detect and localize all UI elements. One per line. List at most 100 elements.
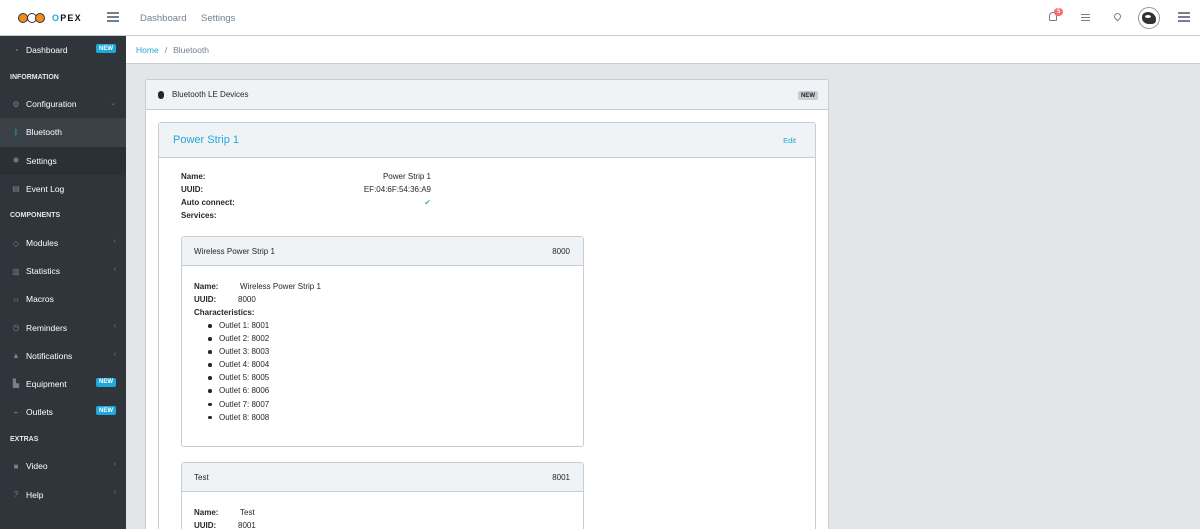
brand-name-prefix: O [52,13,61,23]
chevron-left-icon: ‹ [113,461,116,469]
code-icon: ‹› [13,294,19,304]
device-uuid-value: EF:04:6F:54:36:A9 [363,185,431,194]
sidebar-item-settings[interactable]: ✱ Settings [0,146,126,175]
service-header: Wireless Power Strip 1 8000 [182,237,583,266]
device-card: Power Strip 1 Edit Name: Power Strip 1 U… [158,122,816,529]
list-item: Outlet 7: 8007 [207,398,583,411]
uuid-label: UUID: [194,521,217,529]
service-title: Test [194,473,209,482]
bar-chart-icon: ▥ [12,266,20,276]
auto-connect-label: Auto connect: [181,198,235,207]
list-icon[interactable] [1081,14,1090,23]
characteristics-label: Characteristics: [194,308,255,317]
check-icon: ✔ [424,198,431,207]
location-pin-icon[interactable] [1112,11,1123,22]
chevron-left-icon: ‹ [113,322,116,330]
plug-icon: ⌁ [13,407,19,417]
avatar[interactable] [1138,7,1160,29]
nav-settings-link[interactable]: Settings [201,13,235,24]
sidebar-item-video[interactable]: ■ Video ‹ [0,452,126,480]
sidebar-item-macros[interactable]: ‹› Macros [0,285,126,313]
sidebar-toggle-icon[interactable] [107,12,119,22]
edit-link[interactable]: Edit [783,136,796,145]
bluetooth-devices-card: Bluetooth LE Devices NEW Power Strip 1 E… [145,79,829,529]
name-label: Name: [181,172,206,181]
sidebar-item-label: Configuration [26,99,77,110]
new-badge: NEW [96,44,116,53]
service-body: Name: Test UUID: 8001 [182,492,583,529]
service-header: Test 8001 [182,463,583,492]
service-name-row: Name: Test [194,506,583,519]
sidebar-item-label: Help [26,489,44,500]
service-name-value: Wireless Power Strip 1 [240,282,321,291]
nav-dashboard-link[interactable]: Dashboard [140,13,186,24]
name-label: Name: [194,508,219,517]
breadcrumb: Home / Bluetooth [126,36,1200,64]
clownfish-logo-icon [18,12,46,24]
sidebar-item-notifications[interactable]: ▲ Notifications ‹ [0,342,126,370]
top-header: OPEX Dashboard Settings 5 [0,0,1200,36]
sidebar-item-reminders[interactable]: ◷ Reminders ‹ [0,314,126,342]
service-uuid: 8001 [552,473,570,482]
sidebar-item-outlets[interactable]: ⌁ Outlets NEW [0,398,126,426]
speedometer-icon: ◔ [13,45,19,55]
sidebar-item-label: Equipment [26,378,67,389]
sidebar-title-components: COMPONENTS [10,212,61,220]
new-badge: NEW [96,377,116,387]
service-uuid-value: 8000 [238,295,256,304]
sidebar-item-equipment[interactable]: ▙ Equipment NEW [0,370,126,398]
chevron-left-icon: ‹ [113,237,116,245]
card-title: Bluetooth LE Devices [172,90,249,99]
service-uuid: 8000 [552,247,570,256]
sidebar-item-label: Notifications [26,350,73,361]
sidebar-title-information: INFORMATION [10,73,59,81]
characteristics-list: Outlet 1: 8001 Outlet 2: 8002 Outlet 3: … [194,319,583,424]
chevron-down-icon: ⌄ [110,100,116,108]
sidebar-item-label: Macros [26,294,54,305]
sidebar-item-label: Outlets [26,407,53,418]
breadcrumb-current: Bluetooth [173,44,209,55]
sidebar-item-event-log[interactable]: ▤ Event Log [0,175,126,203]
service-name-row: Name: Wireless Power Strip 1 [194,280,583,293]
service-card: Test 8001 Name: Test UUID: 8001 [181,462,584,529]
sidebar-item-help[interactable]: ? Help ‹ [0,480,126,508]
list-item: Outlet 3: 8003 [207,345,583,358]
sidebar-item-label: Modules [26,238,59,249]
aside-menu-toggle-icon[interactable] [1178,12,1190,22]
brand-name-suffix: PEX [60,13,82,23]
question-icon: ? [13,490,19,500]
list-item: Outlet 6: 8006 [207,384,583,397]
services-row: Services: [181,211,431,224]
name-label: Name: [194,282,219,291]
sidebar-item-modules[interactable]: ◇ Modules ‹ [0,229,126,257]
new-badge: NEW [798,91,818,100]
uuid-label: UUID: [181,185,204,194]
device-title: Power Strip 1 [173,134,240,146]
bluetooth-icon [158,90,164,99]
warning-icon: ▲ [12,351,20,361]
sidebar-item-bluetooth[interactable]: ᛒ Bluetooth [0,118,126,147]
video-icon: ■ [13,461,19,471]
sidebar-title-extras: EXTRAS [10,435,39,443]
sidebar-item-label: Bluetooth [26,127,62,138]
card-header: Bluetooth LE Devices NEW [146,80,828,110]
sidebar-item-dashboard[interactable]: ◔ Dashboard NEW [0,36,126,64]
cogs-icon: ⚙ [12,99,20,109]
gear-icon: ✱ [12,156,20,166]
sidebar-item-statistics[interactable]: ▥ Statistics ‹ [0,257,126,285]
list-item: Outlet 5: 8005 [207,371,583,384]
new-badge: NEW [96,406,116,416]
uuid-label: UUID: [194,295,217,304]
auto-connect-row: Auto connect: ✔ [181,198,431,211]
sidebar-item-configuration[interactable]: ⚙ Configuration ⌄ [0,90,126,118]
sidebar-item-label: Event Log [26,183,65,194]
bluetooth-icon: ᛒ [13,127,19,137]
device-name-row: Name: Power Strip 1 [181,172,431,185]
service-uuid-row: UUID: 8001 [194,519,583,529]
service-body: Name: Wireless Power Strip 1 UUID: 8000 Ch… [182,266,583,424]
breadcrumb-home-link[interactable]: Home [136,45,159,55]
chevron-left-icon: ‹ [113,489,116,497]
puzzle-icon: ◇ [12,238,20,248]
sidebar-item-label: Settings [26,155,57,166]
service-title: Wireless Power Strip 1 [194,247,275,256]
